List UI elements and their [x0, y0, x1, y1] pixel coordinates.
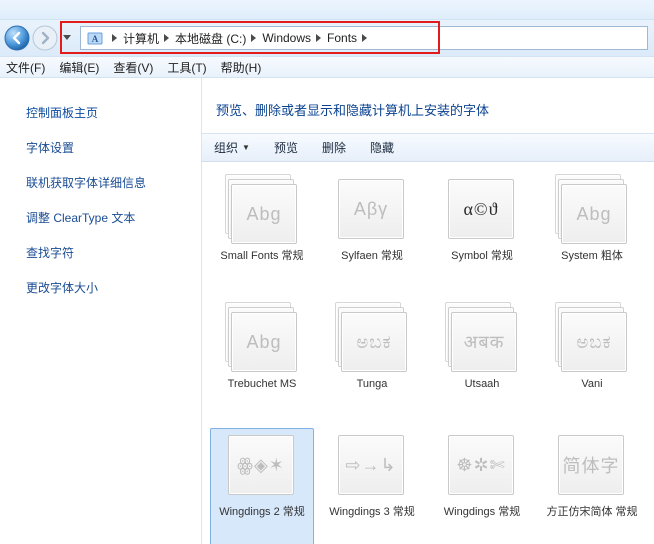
menu-file[interactable]: 文件(F): [6, 59, 45, 76]
menu-help[interactable]: 帮助(H): [221, 59, 262, 76]
font-thumb: α©ϑ: [445, 174, 519, 246]
font-sample: Abg: [576, 204, 611, 225]
font-sample: Abg: [246, 204, 281, 225]
chevron-down-icon: ▼: [242, 143, 250, 152]
fonts-folder-icon: A: [85, 28, 105, 48]
font-item[interactable]: Abg Trebuchet MS: [210, 300, 314, 420]
breadcrumb-segment[interactable]: Fonts: [325, 27, 359, 49]
breadcrumb-segment[interactable]: 本地磁盘 (C:): [173, 27, 248, 49]
nav-history-dropdown[interactable]: [60, 27, 74, 49]
font-sample: 简体字: [563, 452, 620, 478]
font-item[interactable]: अबक Utsaah: [430, 300, 534, 420]
toolbar-organize-label: 组织: [214, 139, 238, 156]
font-label: Utsaah: [465, 378, 500, 392]
toolbar-delete[interactable]: 删除: [322, 139, 346, 156]
font-item[interactable]: Aβγ Sylfaen 常规: [320, 172, 424, 292]
font-label: Wingdings 2 常规: [219, 506, 305, 520]
content-heading: 预览、删除或者显示和隐藏计算机上安装的字体: [202, 78, 654, 133]
font-label: Wingdings 3 常规: [329, 506, 415, 520]
toolbar-hide[interactable]: 隐藏: [370, 139, 394, 156]
font-thumb: Abg: [225, 174, 299, 246]
font-sample: अबक: [464, 330, 505, 354]
font-item[interactable]: ⇨→↳ Wingdings 3 常规: [320, 428, 424, 544]
font-sample: ⇨→↳: [345, 455, 396, 476]
font-item[interactable]: ಅಬಕ Vani: [540, 300, 644, 420]
font-label: Vani: [581, 378, 602, 392]
font-item[interactable]: ಅಬಕ Tunga: [320, 300, 424, 420]
menu-bar: 文件(F) 编辑(E) 查看(V) 工具(T) 帮助(H): [0, 56, 654, 78]
font-label: System 粗体: [561, 250, 623, 264]
address-bar[interactable]: A 计算机 本地磁盘 (C:) Windows Fonts: [80, 26, 648, 50]
font-item[interactable]: ꙮ◈✶ Wingdings 2 常规: [210, 428, 314, 544]
font-sample: ಅಬಕ: [356, 332, 391, 353]
font-thumb: ಅಬಕ: [335, 302, 409, 374]
font-sample: Aβγ: [354, 199, 388, 220]
svg-text:A: A: [92, 34, 99, 44]
main-area: 控制面板主页 字体设置 联机获取字体详细信息 调整 ClearType 文本 查…: [0, 78, 654, 544]
menu-edit[interactable]: 编辑(E): [59, 59, 99, 76]
font-thumb: ꙮ◈✶: [225, 430, 299, 502]
content-pane: 预览、删除或者显示和隐藏计算机上安装的字体 组织 ▼ 预览 删除 隐藏 Abg S…: [202, 78, 654, 544]
breadcrumb-segment[interactable]: Windows: [260, 27, 313, 49]
sidebar-home[interactable]: 控制面板主页: [26, 104, 201, 121]
font-label: Sylfaen 常规: [341, 250, 403, 264]
font-grid: Abg Small Fonts 常规 Aβγ Sylfaen 常规 α©ϑ Symbol …: [210, 172, 654, 544]
back-button[interactable]: [4, 25, 30, 51]
font-sample: ꙮ◈✶: [237, 455, 285, 476]
breadcrumb-segment[interactable]: 计算机: [121, 27, 161, 49]
chevron-right-icon: [359, 34, 371, 42]
content-toolbar: 组织 ▼ 预览 删除 隐藏: [202, 133, 654, 162]
font-thumb: ☸✲✄: [445, 430, 519, 502]
font-label: Tunga: [357, 378, 388, 392]
chevron-right-icon: [161, 34, 173, 42]
font-thumb: ಅಬಕ: [555, 302, 629, 374]
chevron-right-icon: [313, 34, 325, 42]
toolbar-preview[interactable]: 预览: [274, 139, 298, 156]
sidebar-resize[interactable]: 更改字体大小: [26, 279, 201, 296]
chevron-right-icon: [248, 34, 260, 42]
font-item[interactable]: 简体字方正仿宋简体 常规: [540, 428, 644, 544]
font-thumb: Abg: [555, 174, 629, 246]
font-sample: α©ϑ: [463, 199, 498, 220]
font-grid-wrap: Abg Small Fonts 常规 Aβγ Sylfaen 常规 α©ϑ Symbol …: [202, 162, 654, 544]
font-label: Trebuchet MS: [228, 378, 297, 392]
font-thumb: ⇨→↳: [335, 430, 409, 502]
font-item[interactable]: Abg Small Fonts 常规: [210, 172, 314, 292]
font-sample: ಅಬಕ: [576, 332, 611, 353]
font-thumb: Abg: [225, 302, 299, 374]
address-row: A 计算机 本地磁盘 (C:) Windows Fonts: [0, 20, 654, 56]
font-item[interactable]: ☸✲✄ Wingdings 常规: [430, 428, 534, 544]
nav-buttons: [4, 25, 74, 51]
sidebar-settings[interactable]: 字体设置: [26, 139, 201, 156]
forward-button[interactable]: [32, 25, 58, 51]
font-item[interactable]: α©ϑ Symbol 常规: [430, 172, 534, 292]
window-titlebar: [0, 0, 654, 20]
sidebar-cleartype[interactable]: 调整 ClearType 文本: [26, 209, 201, 226]
toolbar-organize[interactable]: 组织 ▼: [214, 139, 250, 156]
sidebar-online[interactable]: 联机获取字体详细信息: [26, 174, 201, 191]
font-label: 方正仿宋简体 常规: [546, 506, 637, 520]
chevron-right-icon: [109, 34, 121, 42]
font-item[interactable]: Abg System 粗体: [540, 172, 644, 292]
font-label: Symbol 常规: [451, 250, 513, 264]
font-label: Wingdings 常规: [444, 506, 520, 520]
menu-tools[interactable]: 工具(T): [167, 59, 206, 76]
font-thumb: Aβγ: [335, 174, 409, 246]
sidebar-findchar[interactable]: 查找字符: [26, 244, 201, 261]
font-sample: ☸✲✄: [456, 455, 505, 476]
font-label: Small Fonts 常规: [220, 250, 303, 264]
font-thumb: 简体字: [555, 430, 629, 502]
menu-view[interactable]: 查看(V): [113, 59, 153, 76]
sidebar: 控制面板主页 字体设置 联机获取字体详细信息 调整 ClearType 文本 查…: [0, 78, 202, 544]
font-thumb: अबक: [445, 302, 519, 374]
font-sample: Abg: [246, 332, 281, 353]
